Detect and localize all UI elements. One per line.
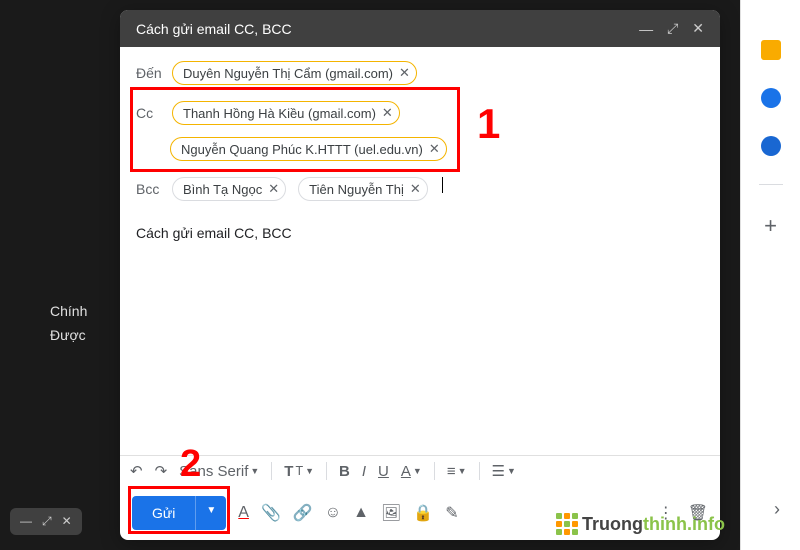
image-icon[interactable]: 🖼 [381,503,401,523]
expand-icon[interactable]: ⤢ [667,20,678,37]
compose-titlebar: Cách gửi email CC, BCC — ⤢ ✕ [120,10,720,47]
email-body[interactable]: Cách gửi email CC, BCC [120,215,720,455]
drive-icon[interactable]: ▲ [353,504,369,522]
chip-remove-icon[interactable]: ✕ [268,181,279,197]
minimize-icon[interactable]: — [639,21,653,37]
chip-text: Duyên Nguyễn Thị Cẩm (gmail.com) [183,66,393,81]
recipient-chip[interactable]: Bình Tạ Ngọc ✕ [172,177,286,201]
pen-icon[interactable]: ✎ [445,503,458,523]
collapse-sidebar-icon[interactable]: › [774,499,780,520]
chip-text: Bình Tạ Ngọc [183,182,262,197]
watermark: Truongthinh.info [556,513,725,535]
chip-text: Tiên Nguyễn Thị [309,182,404,197]
link-icon[interactable]: 🔗 [293,503,313,523]
text-color-icon[interactable]: A ▼ [401,463,422,480]
recipient-chip[interactable]: Tiên Nguyễn Thị ✕ [298,177,428,201]
chip-remove-icon[interactable]: ✕ [410,181,421,197]
emoji-icon[interactable]: ☺ [325,504,341,522]
recipient-chip[interactable]: Nguyễn Quang Phúc K.HTTT (uel.edu.vn) ✕ [170,137,447,161]
bold-icon[interactable]: B [339,463,350,480]
undo-icon[interactable]: ↶ [130,462,143,480]
contacts-icon[interactable] [761,136,781,156]
expand-icon[interactable]: ⤢ [42,514,52,529]
send-dropdown-icon[interactable]: ▼ [195,496,226,530]
send-main[interactable]: Gửi [132,496,195,530]
bcc-row[interactable]: Bcc Bình Tạ Ngọc ✕ Tiên Nguyễn Thị ✕ [136,171,704,211]
font-size-icon[interactable]: TT ▼ [284,463,314,480]
recipient-chip[interactable]: Thanh Hồng Hà Kiều (gmail.com) ✕ [172,101,400,125]
attach-icon[interactable]: 📎 [261,503,281,523]
bg-tab: Chính [50,303,87,319]
recipients-area: Đến Duyên Nguyễn Thị Cẩm (gmail.com) ✕ C… [120,47,720,215]
cc-label: Cc [136,101,164,121]
tasks-icon[interactable] [761,88,781,108]
text-cursor [442,177,443,193]
close-icon[interactable]: ✕ [692,20,704,37]
recipient-chip[interactable]: Duyên Nguyễn Thị Cẩm (gmail.com) ✕ [172,61,417,85]
redo-icon[interactable]: ↷ [155,462,168,480]
minimize-icon[interactable]: — [20,514,32,529]
font-select[interactable]: Sans Serif ▼ [179,463,259,480]
add-icon[interactable]: + [764,213,777,239]
mini-window-controls: — ⤢ ✕ [10,508,82,535]
italic-icon[interactable]: I [362,463,366,480]
compose-window: Cách gửi email CC, BCC — ⤢ ✕ Đến Duyên N… [120,10,720,540]
cc-row[interactable]: Cc Thanh Hồng Hà Kiều (gmail.com) ✕ Nguy… [136,95,704,171]
separator [759,184,783,185]
align-icon[interactable]: ≡ ▼ [447,463,467,480]
keep-icon[interactable] [761,40,781,60]
text-format-icon[interactable]: A [238,504,249,522]
format-toolbar: ↶ ↷ Sans Serif ▼ TT ▼ B I U A ▼ ≡ ▼ ☰ ▼ [120,455,720,486]
bg-tab: Được [50,327,86,343]
bcc-label: Bcc [136,177,164,197]
compose-title: Cách gửi email CC, BCC [136,21,292,37]
close-icon[interactable]: ✕ [62,514,72,529]
chip-remove-icon[interactable]: ✕ [382,105,393,121]
list-icon[interactable]: ☰ ▼ [492,462,516,480]
chip-text: Thanh Hồng Hà Kiều (gmail.com) [183,106,376,121]
confidential-icon[interactable]: 🔒 [413,503,433,523]
chip-remove-icon[interactable]: ✕ [399,65,410,81]
chip-remove-icon[interactable]: ✕ [429,141,440,157]
underline-icon[interactable]: U [378,463,389,480]
to-row[interactable]: Đến Duyên Nguyễn Thị Cẩm (gmail.com) ✕ [136,55,704,95]
send-button[interactable]: Gửi ▼ [132,496,226,530]
to-label: Đến [136,61,164,81]
chip-text: Nguyễn Quang Phúc K.HTTT (uel.edu.vn) [181,142,423,157]
right-sidebar: + [740,0,800,550]
